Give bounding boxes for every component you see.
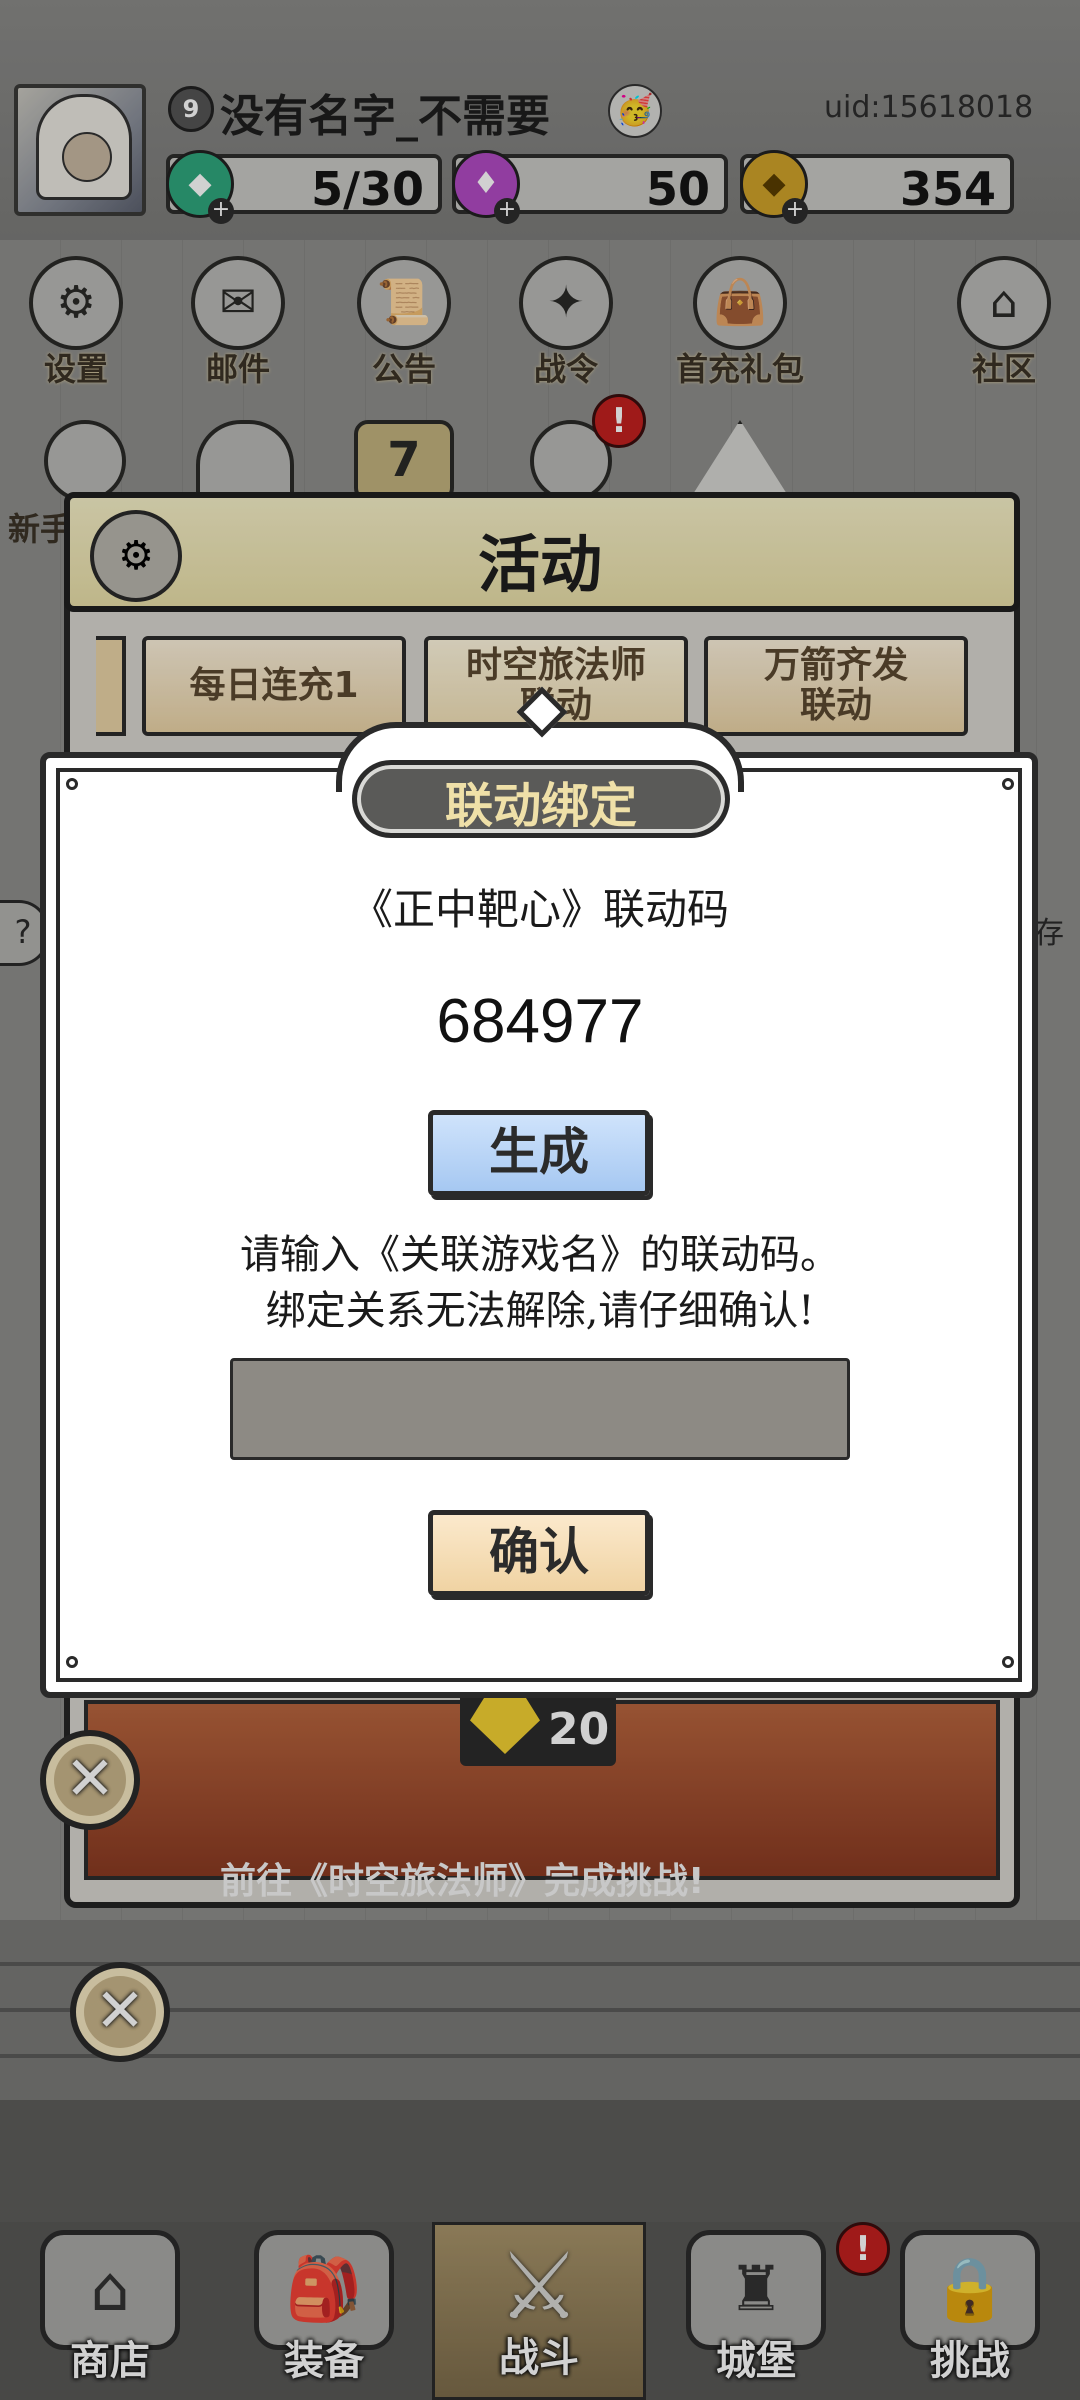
instruction-line-1: 请输入《关联游戏名》的联动码。 [240,1232,840,1278]
dialog-title: 联动绑定 [444,778,637,834]
confirm-button[interactable]: 确认 [428,1510,650,1596]
link-code-input[interactable] [230,1358,850,1460]
corner-rivet-icon [1002,778,1014,790]
corner-rivet-icon [1002,1656,1014,1668]
link-code-value: 684977 [436,987,644,1056]
generate-button[interactable]: 生成 [428,1110,650,1196]
corner-rivet-icon [66,778,78,790]
corner-rivet-icon [66,1656,78,1668]
instruction-line-2: 绑定关系无法解除,请仔细确认! [265,1288,815,1334]
link-code-label: 《正中靶心》联动码 [350,885,729,934]
